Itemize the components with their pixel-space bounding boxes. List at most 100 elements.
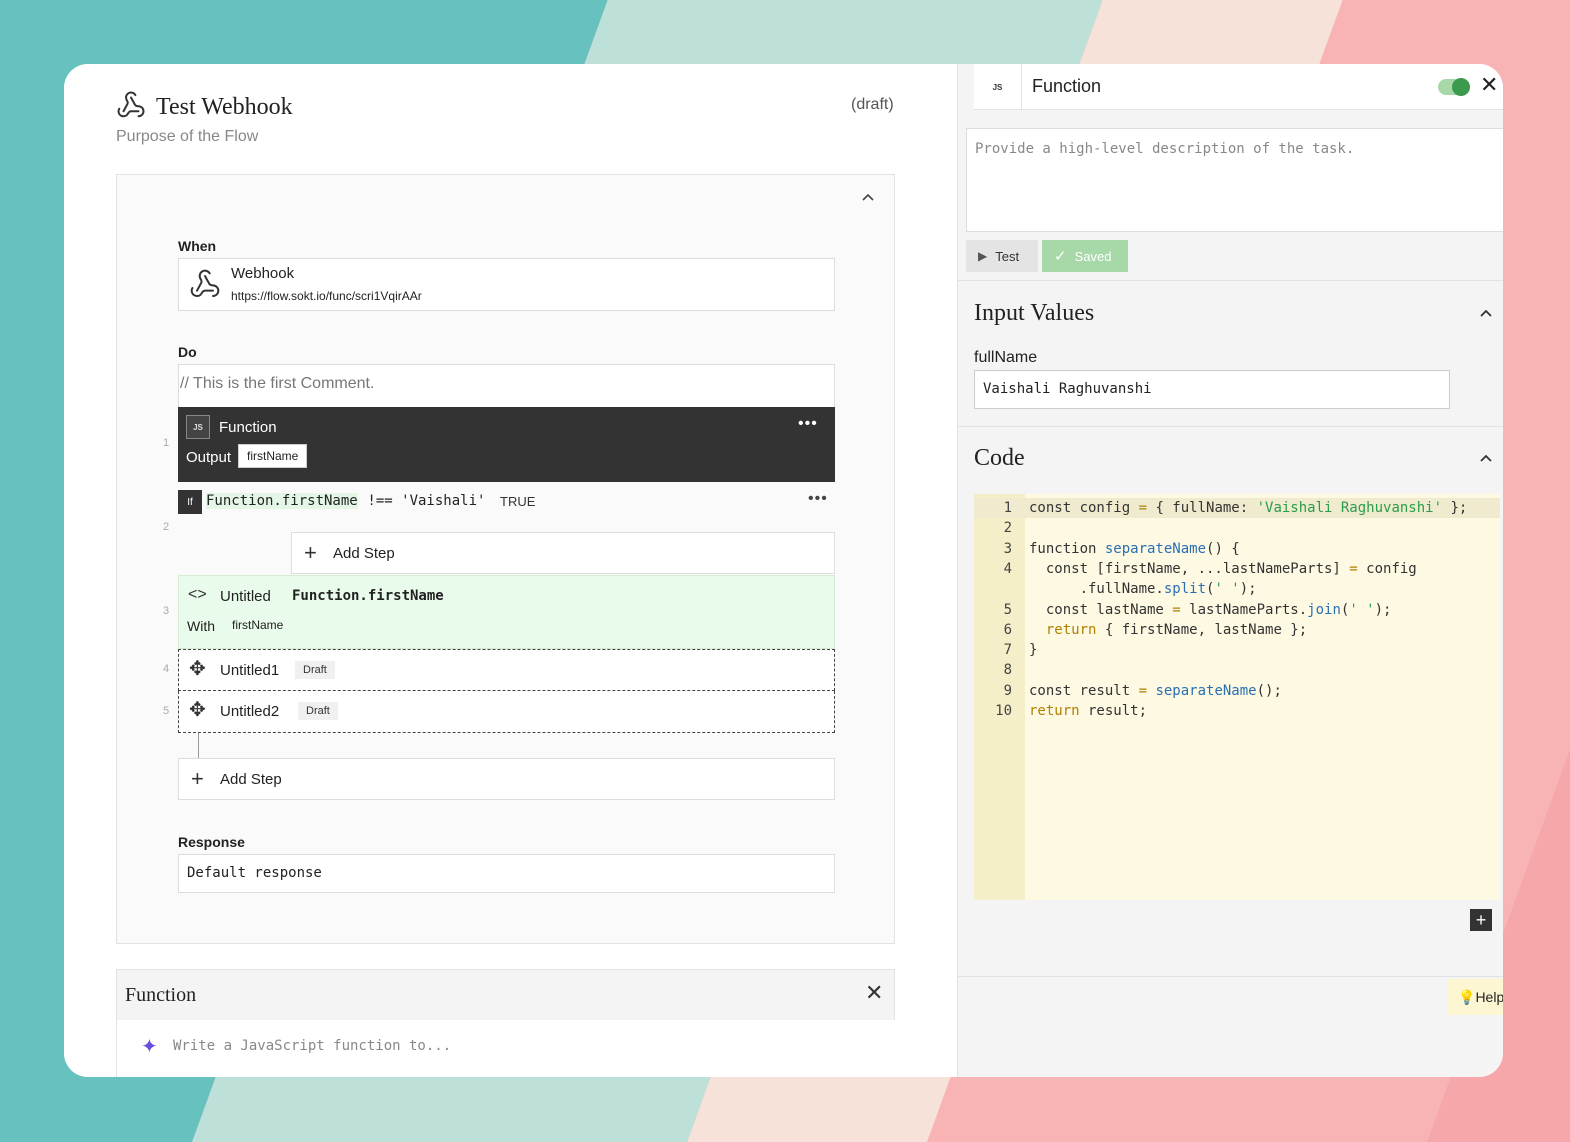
step-number: 1 — [163, 437, 170, 449]
code-line[interactable]: 1 const config = { fullName: 'Vaishali Ra… — [974, 498, 1500, 518]
test-button-label: Test — [995, 248, 1020, 264]
code-line-number: 1 — [1003, 500, 1012, 516]
trigger-card[interactable]: Webhook https://flow.sokt.io/func/scri1V… — [178, 258, 835, 311]
draft-step-name: Untitled1 — [220, 662, 280, 679]
add-icon[interactable]: + — [1470, 909, 1492, 931]
chevron-up-icon[interactable] — [1479, 450, 1493, 468]
code-line-number: 2 — [1003, 520, 1012, 537]
if-badge: If — [178, 490, 202, 514]
code-line-number: 6 — [1003, 621, 1012, 638]
add-step-button[interactable]: + Add Step — [178, 758, 835, 800]
condition-result: TRUE — [500, 494, 536, 509]
step-number: 5 — [163, 705, 170, 717]
with-label: With — [187, 618, 215, 634]
comment-step[interactable]: // This is the first Comment. — [178, 364, 835, 407]
webhook-icon — [116, 90, 146, 125]
more-options-icon[interactable]: ••• — [808, 490, 828, 508]
code-icon: <> — [188, 586, 207, 603]
expression-value: Function.firstName — [292, 588, 444, 604]
code-line-text: const [firstName, ...lastNameParts] = co… — [1029, 560, 1417, 577]
js-icon: JS — [974, 64, 1022, 110]
code-line[interactable]: 7} — [974, 640, 1500, 660]
test-button[interactable]: ▶ Test — [966, 240, 1038, 272]
draft-badge: Draft — [298, 702, 338, 720]
code-line[interactable]: 9 const result = separateName(); — [974, 681, 1500, 701]
step-number: 2 — [163, 521, 170, 533]
add-step-label: Add Step — [220, 771, 282, 788]
code-line[interactable]: 4 const [firstName, ...lastNameParts] = … — [974, 559, 1500, 579]
play-icon: ▶ — [978, 249, 988, 263]
ai-prompt-input[interactable]: ✦ Write a JavaScript function to... — [117, 1020, 896, 1077]
code-line-text: function separateName() { — [1029, 540, 1240, 557]
trigger-url[interactable]: https://flow.sokt.io/func/scri1VqirAAr — [231, 289, 422, 303]
input-field-label: fullName — [974, 349, 1038, 366]
add-step-button[interactable]: + Add Step — [291, 532, 835, 574]
code-line-text: .fullName.split(' '); — [1029, 581, 1257, 598]
response-field[interactable]: Default response — [178, 854, 835, 893]
flow-status: (draft) — [851, 96, 894, 113]
more-options-icon[interactable]: ••• — [798, 415, 818, 433]
draft-step[interactable]: ✥ Untitled1 Draft — [178, 649, 835, 691]
code-line-number: 4 — [1003, 560, 1012, 577]
ai-panel-title: Function — [125, 984, 197, 1006]
chevron-up-icon[interactable] — [861, 189, 875, 205]
move-icon[interactable]: ✥ — [189, 659, 206, 679]
code-line-number: 7 — [1003, 642, 1012, 659]
condition-expression: !== 'Vaishali' — [359, 493, 486, 509]
code-line[interactable]: .fullName.split(' '); — [974, 579, 1500, 599]
flow-purpose[interactable]: Purpose of the Flow — [116, 128, 258, 146]
code-line[interactable]: 8 — [974, 660, 1500, 680]
function-step-name: Function — [219, 419, 277, 436]
sparkle-icon: ✦ — [141, 1036, 158, 1058]
code-line[interactable]: 5 const lastName = lastNameParts.join(' … — [974, 600, 1500, 620]
lightbulb-icon: 💡 — [1458, 989, 1476, 1005]
add-step-label: Add Step — [333, 545, 395, 562]
webhook-icon — [189, 268, 221, 305]
code-line-number: 5 — [1003, 601, 1012, 618]
code-editor[interactable]: 1 const config = { fullName: 'Vaishali Ra… — [974, 494, 1500, 900]
trigger-name: Webhook — [231, 265, 295, 282]
description-input[interactable]: Provide a high-level description of the … — [966, 128, 1503, 232]
draft-badge: Draft — [295, 661, 335, 679]
code-line-number: 9 — [1003, 682, 1012, 699]
check-icon: ✓ — [1054, 248, 1067, 265]
when-label: When — [178, 238, 217, 254]
if-step[interactable]: If Function.firstName !== 'Vaishali' TRU… — [178, 490, 835, 516]
flow-title[interactable]: Test Webhook — [156, 94, 293, 121]
output-variable[interactable]: firstName — [238, 444, 308, 468]
help-label: Help — [1475, 989, 1503, 1005]
output-label: Output — [186, 449, 232, 466]
ai-prompt-placeholder: Write a JavaScript function to... — [173, 1038, 452, 1054]
fullname-input[interactable]: Vaishali Raghuvanshi — [974, 370, 1450, 409]
function-step[interactable]: JS Function ••• Output firstName — [178, 407, 835, 482]
code-line-number: 10 — [995, 703, 1012, 719]
connector-line — [198, 733, 199, 758]
ai-function-panel: Function ✕ ✦ Write a JavaScript function… — [116, 969, 896, 1077]
move-icon[interactable]: ✥ — [189, 700, 206, 720]
with-variable: firstName — [232, 618, 284, 632]
help-button[interactable]: 💡Help — [1448, 979, 1503, 1015]
draft-step[interactable]: ✥ Untitled2 Draft — [178, 691, 835, 733]
saved-button-label: Saved — [1074, 248, 1112, 264]
close-icon[interactable]: ✕ — [865, 982, 883, 1004]
close-icon[interactable]: ✕ — [1480, 74, 1498, 96]
code-line[interactable]: 3 function separateName() { — [974, 539, 1500, 559]
flow-steps-panel: When Webhook https://flow.sokt.io/func/s… — [116, 174, 895, 944]
code-line[interactable]: 2 — [974, 518, 1500, 538]
input-values-title: Input Values — [974, 300, 1095, 326]
code-line[interactable]: 6 return { firstName, lastName }; — [974, 620, 1500, 640]
saved-button[interactable]: ✓ Saved — [1042, 240, 1128, 272]
chevron-up-icon[interactable] — [1479, 305, 1493, 323]
code-line-number: 3 — [1003, 540, 1012, 557]
code-line-text: const config = { fullName: 'Vaishali Rag… — [1029, 500, 1468, 516]
function-detail-header: JS Function ✕ — [974, 64, 1503, 110]
function-detail-title[interactable]: Function — [1032, 76, 1101, 97]
function-detail-panel: JS Function ✕ Provide a high-level descr… — [957, 64, 1503, 1077]
step-number: 3 — [163, 605, 170, 617]
expression-step[interactable]: <> Untitled Function.firstName With firs… — [178, 575, 835, 649]
response-label: Response — [178, 834, 245, 850]
js-icon: JS — [186, 415, 210, 439]
enabled-toggle[interactable] — [1438, 78, 1470, 96]
condition-variable: Function.firstName — [206, 493, 358, 509]
code-line[interactable]: 10 return result; — [974, 701, 1500, 721]
